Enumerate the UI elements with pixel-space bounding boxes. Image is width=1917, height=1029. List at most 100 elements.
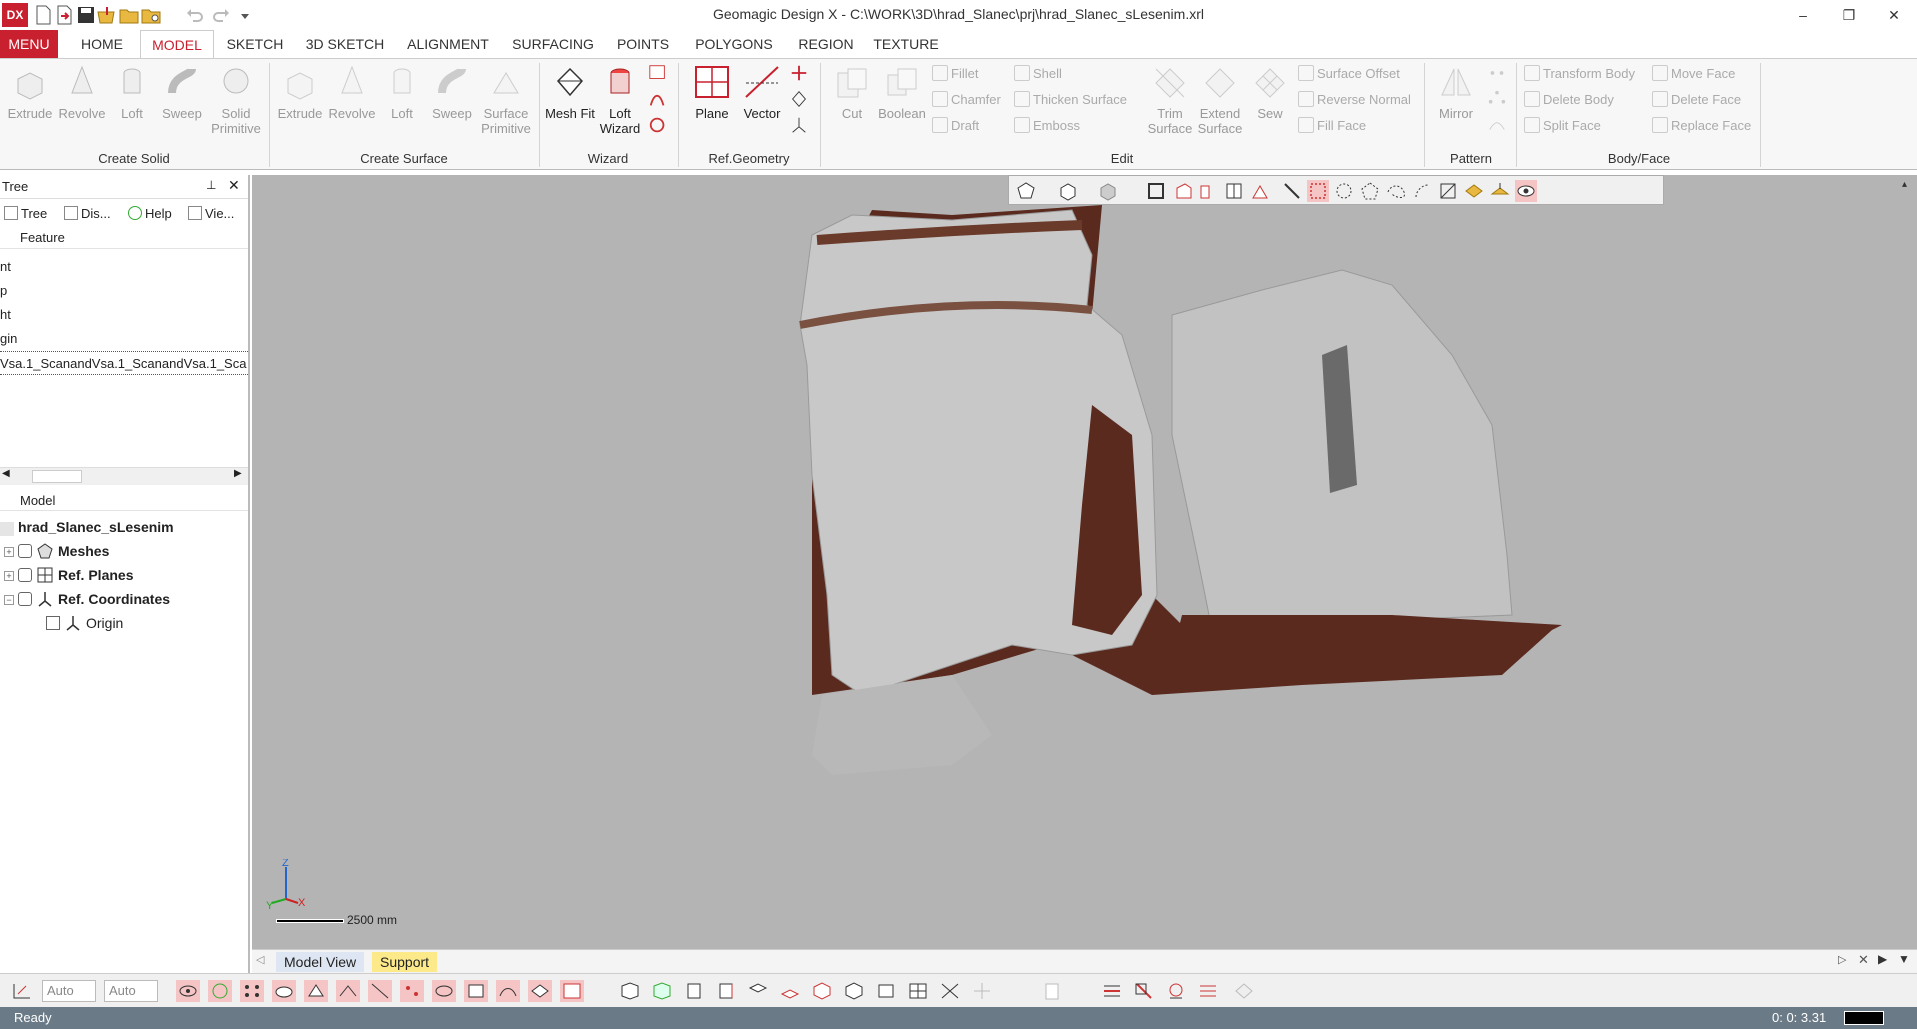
tab-texture[interactable]: TEXTURE xyxy=(872,30,940,58)
tab-alignment[interactable]: ALIGNMENT xyxy=(400,30,496,58)
view-orient-icon[interactable] xyxy=(1015,180,1037,202)
clip-plane-icon[interactable] xyxy=(1132,980,1156,1002)
line-select-icon[interactable] xyxy=(1281,180,1303,202)
measure-icon[interactable] xyxy=(938,980,962,1002)
select-all-filter-icon[interactable] xyxy=(560,980,584,1002)
pin-icon[interactable]: ⊥ xyxy=(206,178,216,192)
panel-tab-display[interactable]: Dis... xyxy=(64,203,111,225)
eye-icon[interactable] xyxy=(1515,180,1537,202)
select-poly-face-icon[interactable] xyxy=(272,980,296,1002)
select-body-filter-icon[interactable] xyxy=(464,980,488,1002)
collapse-icon[interactable]: − xyxy=(4,595,14,605)
render-solid-icon[interactable] xyxy=(1057,180,1079,202)
cross-section-icon[interactable] xyxy=(1196,980,1220,1002)
scroll-left-icon[interactable]: ◀ xyxy=(2,468,10,479)
view-split-icon[interactable] xyxy=(906,980,930,1002)
select-points-filter-icon[interactable] xyxy=(400,980,424,1002)
snap-combo[interactable]: Auto xyxy=(104,980,158,1002)
reverse-normal-button[interactable]: Reverse Normal xyxy=(1298,89,1411,111)
select-face-filter-icon[interactable] xyxy=(528,980,552,1002)
select-feature-filter-icon[interactable] xyxy=(336,980,360,1002)
mirror-button[interactable]: Mirror xyxy=(1430,63,1482,147)
tab-support[interactable]: Support xyxy=(372,952,438,972)
scan-mesh[interactable] xyxy=(252,175,1917,949)
select-through-icon[interactable] xyxy=(1463,180,1485,202)
select-edge-icon[interactable] xyxy=(208,980,232,1002)
panel-tab-help[interactable]: Help xyxy=(128,203,172,225)
select-body-icon[interactable] xyxy=(1197,180,1219,202)
plane-button[interactable]: Plane xyxy=(686,63,738,147)
surface-sweep-button[interactable]: Sweep xyxy=(426,63,478,147)
feature-row[interactable]: gin xyxy=(0,327,248,351)
mesh-fit-button[interactable]: Mesh Fit xyxy=(544,63,596,147)
sew-button[interactable]: Sew xyxy=(1244,63,1296,147)
solid-revolve-button[interactable]: Revolve xyxy=(56,63,108,147)
boolean-button[interactable]: Boolean xyxy=(876,63,928,147)
select-ref-filter-icon[interactable] xyxy=(432,980,456,1002)
minimize-button[interactable]: – xyxy=(1780,0,1826,30)
select-face-icon[interactable] xyxy=(1173,180,1195,202)
shell-button[interactable]: Shell xyxy=(1014,63,1062,85)
feature-row[interactable]: Vsa.1_ScanandVsa.1_ScanandVsa.1_Sca xyxy=(0,351,248,375)
fill-face-button[interactable]: Fill Face xyxy=(1298,115,1366,137)
tab-3d-sketch[interactable]: 3D SKETCH xyxy=(300,30,390,58)
curve-pattern-button[interactable] xyxy=(1486,115,1508,137)
tree-root[interactable]: hrad_Slanec_sLesenim xyxy=(0,515,174,539)
select-mesh-icon[interactable] xyxy=(240,980,264,1002)
feature-row[interactable]: ht xyxy=(0,303,248,327)
fillet-button[interactable]: Fillet xyxy=(932,63,978,85)
select-vertex-icon[interactable] xyxy=(176,980,200,1002)
view-normal-icon[interactable] xyxy=(842,980,866,1002)
draft-button[interactable]: Draft xyxy=(932,115,979,137)
select-region-filter-icon[interactable] xyxy=(304,980,328,1002)
visibility-icon[interactable] xyxy=(18,568,32,582)
close-button[interactable]: ✕ xyxy=(1871,0,1917,30)
filter-combo[interactable]: Auto xyxy=(42,980,96,1002)
circular-pattern-button[interactable] xyxy=(1486,89,1508,111)
surface-revolve-button[interactable]: Revolve xyxy=(326,63,378,147)
solid-sweep-button[interactable]: Sweep xyxy=(156,63,208,147)
tab-region[interactable]: REGION xyxy=(792,30,860,58)
cut-button[interactable]: Cut xyxy=(826,63,878,147)
scroll-thumb[interactable] xyxy=(32,470,82,483)
circle-select-icon[interactable] xyxy=(1333,180,1355,202)
select-mode-icon[interactable] xyxy=(1145,180,1167,202)
view-fit-icon[interactable] xyxy=(874,980,898,1002)
sketch-grid-icon[interactable] xyxy=(10,980,34,1002)
feature-row[interactable]: nt xyxy=(0,255,248,279)
transform-body-button[interactable]: Transform Body xyxy=(1524,63,1635,85)
tree-item-ref-planes[interactable]: + Ref. Planes xyxy=(4,563,133,587)
chamfer-button[interactable]: Chamfer xyxy=(932,89,1001,111)
render-shaded-icon[interactable] xyxy=(1097,180,1119,202)
move-face-button[interactable]: Move Face xyxy=(1652,63,1735,85)
thicken-surface-button[interactable]: Thicken Surface xyxy=(1014,89,1127,111)
horizontal-scrollbar[interactable]: ◀ ▶ xyxy=(0,467,248,485)
solid-loft-button[interactable]: Loft xyxy=(106,63,158,147)
surface-extrude-button[interactable]: Extrude xyxy=(274,63,326,147)
solid-extrude-button[interactable]: Extrude xyxy=(4,63,56,147)
tree-item-meshes[interactable]: + Meshes xyxy=(4,539,109,563)
freeform-select-icon[interactable] xyxy=(1385,180,1407,202)
view-left-icon[interactable] xyxy=(682,980,706,1002)
solid-primitive-button[interactable]: Solid Primitive xyxy=(208,63,264,147)
expand-icon[interactable]: + xyxy=(4,571,14,581)
view-top-icon[interactable] xyxy=(746,980,770,1002)
surface-loft-button[interactable]: Loft xyxy=(376,63,428,147)
visibility-icon[interactable] xyxy=(18,544,32,558)
replace-face-button[interactable]: Replace Face xyxy=(1652,115,1751,137)
scroll-right-icon[interactable]: ▶ xyxy=(234,468,242,479)
paint-brush-select-icon[interactable] xyxy=(1411,180,1433,202)
feature-row[interactable]: p xyxy=(0,279,248,303)
panel-tab-tree[interactable]: Tree xyxy=(4,203,47,225)
view-front-icon[interactable] xyxy=(618,980,642,1002)
close-tab-icon[interactable]: ✕ xyxy=(1858,952,1869,968)
ref-coordinate-button[interactable] xyxy=(788,115,810,137)
wizard-extra-3-button[interactable] xyxy=(646,115,670,137)
select-visible-icon[interactable] xyxy=(1489,180,1511,202)
wizard-extra-1-button[interactable] xyxy=(646,63,670,85)
view-iso-icon[interactable] xyxy=(810,980,834,1002)
select-feature-icon[interactable] xyxy=(1249,180,1271,202)
expand-icon[interactable]: + xyxy=(4,547,14,557)
tab-sketch[interactable]: SKETCH xyxy=(220,30,290,58)
loft-wizard-button[interactable]: Loft Wizard xyxy=(594,63,646,147)
